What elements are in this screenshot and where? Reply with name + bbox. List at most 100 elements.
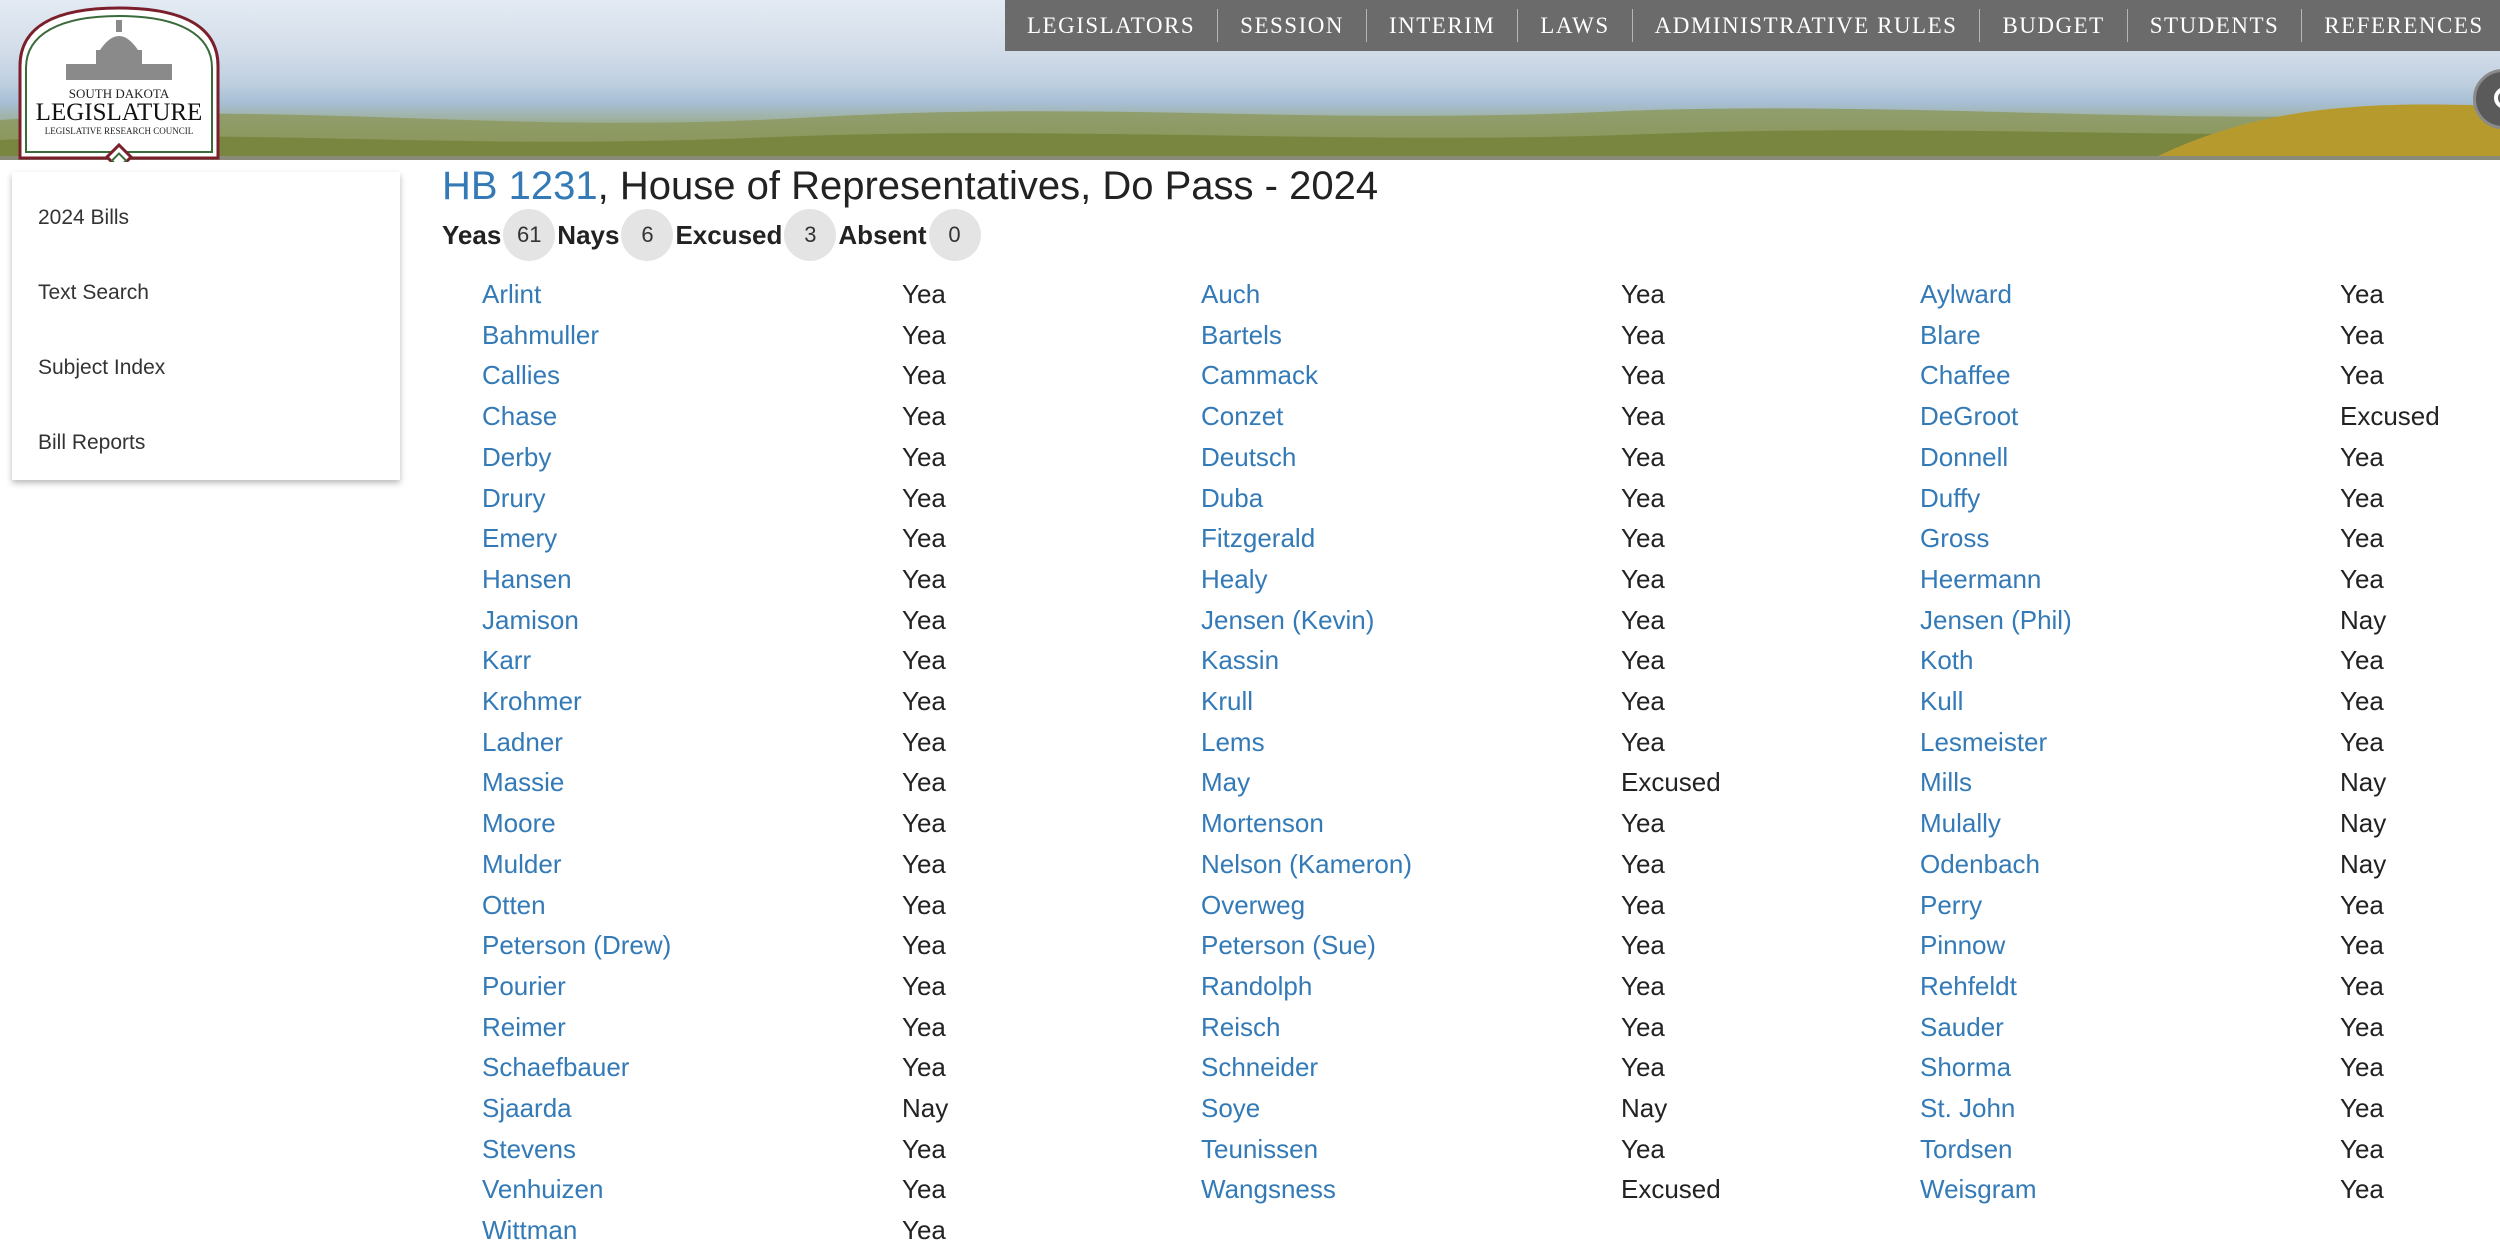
member-link[interactable]: Massie: [482, 767, 564, 798]
sidebar-item-bill-reports[interactable]: Bill Reports: [12, 405, 400, 480]
member-link[interactable]: May: [1201, 767, 1250, 798]
member-link[interactable]: Arlint: [482, 279, 541, 310]
vote-value: Yea: [1621, 1011, 1665, 1042]
member-link[interactable]: Wittman: [482, 1215, 577, 1246]
nav-item-budget[interactable]: BUDGET: [1980, 9, 2128, 42]
member-link[interactable]: Emery: [482, 523, 557, 554]
member-link[interactable]: Wangsness: [1201, 1174, 1336, 1205]
member-link[interactable]: Chaffee: [1920, 360, 2011, 391]
member-link[interactable]: Mulder: [482, 849, 561, 880]
member-link[interactable]: Auch: [1201, 279, 1260, 310]
member-link[interactable]: Duba: [1201, 483, 1263, 514]
member-link[interactable]: Bartels: [1201, 320, 1282, 351]
nav-item-laws[interactable]: LAWS: [1518, 9, 1633, 42]
member-link[interactable]: Duffy: [1920, 483, 1980, 514]
vote-value: Yea: [1621, 441, 1665, 472]
member-link[interactable]: Reisch: [1201, 1012, 1280, 1043]
prairie-landscape-image: [0, 104, 2500, 160]
member-link[interactable]: Tordsen: [1920, 1134, 2013, 1165]
member-link[interactable]: DeGroot: [1920, 401, 2018, 432]
member-link[interactable]: Sauder: [1920, 1012, 2004, 1043]
member-link[interactable]: Soye: [1201, 1093, 1260, 1124]
member-link[interactable]: Jamison: [482, 605, 579, 636]
vote-value: Yea: [902, 1174, 946, 1205]
member-link[interactable]: Odenbach: [1920, 849, 2040, 880]
vote-value: Yea: [1621, 360, 1665, 391]
member-link[interactable]: Overweg: [1201, 890, 1305, 921]
sidebar-item-2024-bills[interactable]: 2024 Bills: [12, 180, 400, 255]
nav-item-interim[interactable]: INTERIM: [1367, 9, 1519, 42]
member-link[interactable]: Ladner: [482, 727, 563, 758]
member-link[interactable]: Nelson (Kameron): [1201, 849, 1412, 880]
nav-item-students[interactable]: STUDENTS: [2128, 9, 2303, 42]
member-link[interactable]: Teunissen: [1201, 1134, 1318, 1165]
vote-value: Nay: [1621, 1093, 1668, 1123]
member-link[interactable]: Chase: [482, 401, 557, 432]
member-link[interactable]: Kassin: [1201, 645, 1279, 676]
member-link[interactable]: Conzet: [1201, 401, 1283, 432]
member-link[interactable]: Deutsch: [1201, 442, 1296, 473]
member-link[interactable]: Blare: [1920, 320, 1981, 351]
legislature-logo[interactable]: SOUTH DAKOTA LEGISLATURE LEGISLATIVE RES…: [16, 6, 222, 162]
sidebar-item-subject-index[interactable]: Subject Index: [12, 330, 400, 405]
member-link[interactable]: Lesmeister: [1920, 727, 2047, 758]
member-link[interactable]: Otten: [482, 890, 546, 921]
member-link[interactable]: Jensen (Kevin): [1201, 605, 1374, 636]
member-link[interactable]: Pourier: [482, 971, 566, 1002]
nav-item-legislators[interactable]: LEGISLATORS: [1005, 9, 1219, 42]
member-link[interactable]: Koth: [1920, 645, 1974, 676]
member-link[interactable]: Lems: [1201, 727, 1265, 758]
member-link[interactable]: Moore: [482, 808, 556, 839]
member-link[interactable]: Aylward: [1920, 279, 2012, 310]
member-link[interactable]: Rehfeldt: [1920, 971, 2017, 1002]
member-link[interactable]: Stevens: [482, 1134, 576, 1165]
vote-value: Yea: [2340, 686, 2384, 716]
member-link[interactable]: Healy: [1201, 564, 1267, 595]
vote-value: Yea: [902, 604, 946, 635]
vote-value: Yea: [1621, 930, 1665, 961]
member-link[interactable]: Peterson (Drew): [482, 930, 671, 961]
member-link[interactable]: Mulally: [1920, 808, 2001, 839]
member-link[interactable]: Mortenson: [1201, 808, 1324, 839]
member-link[interactable]: Pinnow: [1920, 930, 2005, 961]
vote-value: Yea: [2340, 319, 2384, 350]
vote-tally: Yeas 61 Nays 6 Excused 3 Absent 0: [442, 209, 983, 261]
member-link[interactable]: Reimer: [482, 1012, 566, 1043]
member-link[interactable]: Weisgram: [1920, 1174, 2037, 1205]
member-link[interactable]: Krohmer: [482, 686, 582, 717]
member-link[interactable]: Fitzgerald: [1201, 523, 1315, 554]
member-link[interactable]: Schneider: [1201, 1052, 1318, 1083]
member-link[interactable]: Krull: [1201, 686, 1253, 717]
member-link[interactable]: Heermann: [1920, 564, 2041, 595]
vote-value: Yea: [902, 1133, 946, 1164]
logo-text-lrc: LEGISLATIVE RESEARCH COUNCIL: [45, 126, 194, 136]
member-link[interactable]: Donnell: [1920, 442, 2008, 473]
member-link[interactable]: Derby: [482, 442, 551, 473]
member-link[interactable]: Callies: [482, 360, 560, 391]
member-link[interactable]: Drury: [482, 483, 546, 514]
vote-value: Yea: [1621, 319, 1665, 350]
member-link[interactable]: Shorma: [1920, 1052, 2011, 1083]
member-link[interactable]: Kull: [1920, 686, 1963, 717]
member-link[interactable]: Perry: [1920, 890, 1982, 921]
member-link[interactable]: Gross: [1920, 523, 1989, 554]
bill-link[interactable]: HB 1231: [442, 164, 598, 208]
member-link[interactable]: Hansen: [482, 564, 572, 595]
member-link[interactable]: Sjaarda: [482, 1093, 572, 1124]
member-link[interactable]: Peterson (Sue): [1201, 930, 1376, 961]
member-link[interactable]: Jensen (Phil): [1920, 605, 2072, 636]
member-link[interactable]: Randolph: [1201, 971, 1312, 1002]
nav-item-references[interactable]: REFERENCES: [2302, 9, 2500, 42]
vote-value: Yea: [1621, 970, 1665, 1001]
member-link[interactable]: Venhuizen: [482, 1174, 603, 1205]
nav-item-administrative-rules[interactable]: ADMINISTRATIVE RULES: [1633, 9, 1981, 42]
member-link[interactable]: Bahmuller: [482, 320, 599, 351]
member-link[interactable]: Mills: [1920, 767, 1972, 798]
member-link[interactable]: St. John: [1920, 1093, 2015, 1124]
member-link[interactable]: Cammack: [1201, 360, 1318, 391]
nav-item-session[interactable]: SESSION: [1218, 9, 1367, 42]
member-link[interactable]: Karr: [482, 645, 531, 676]
member-link[interactable]: Schaefbauer: [482, 1052, 629, 1083]
vote-value: Yea: [1621, 889, 1665, 920]
sidebar-item-text-search[interactable]: Text Search: [12, 255, 400, 330]
